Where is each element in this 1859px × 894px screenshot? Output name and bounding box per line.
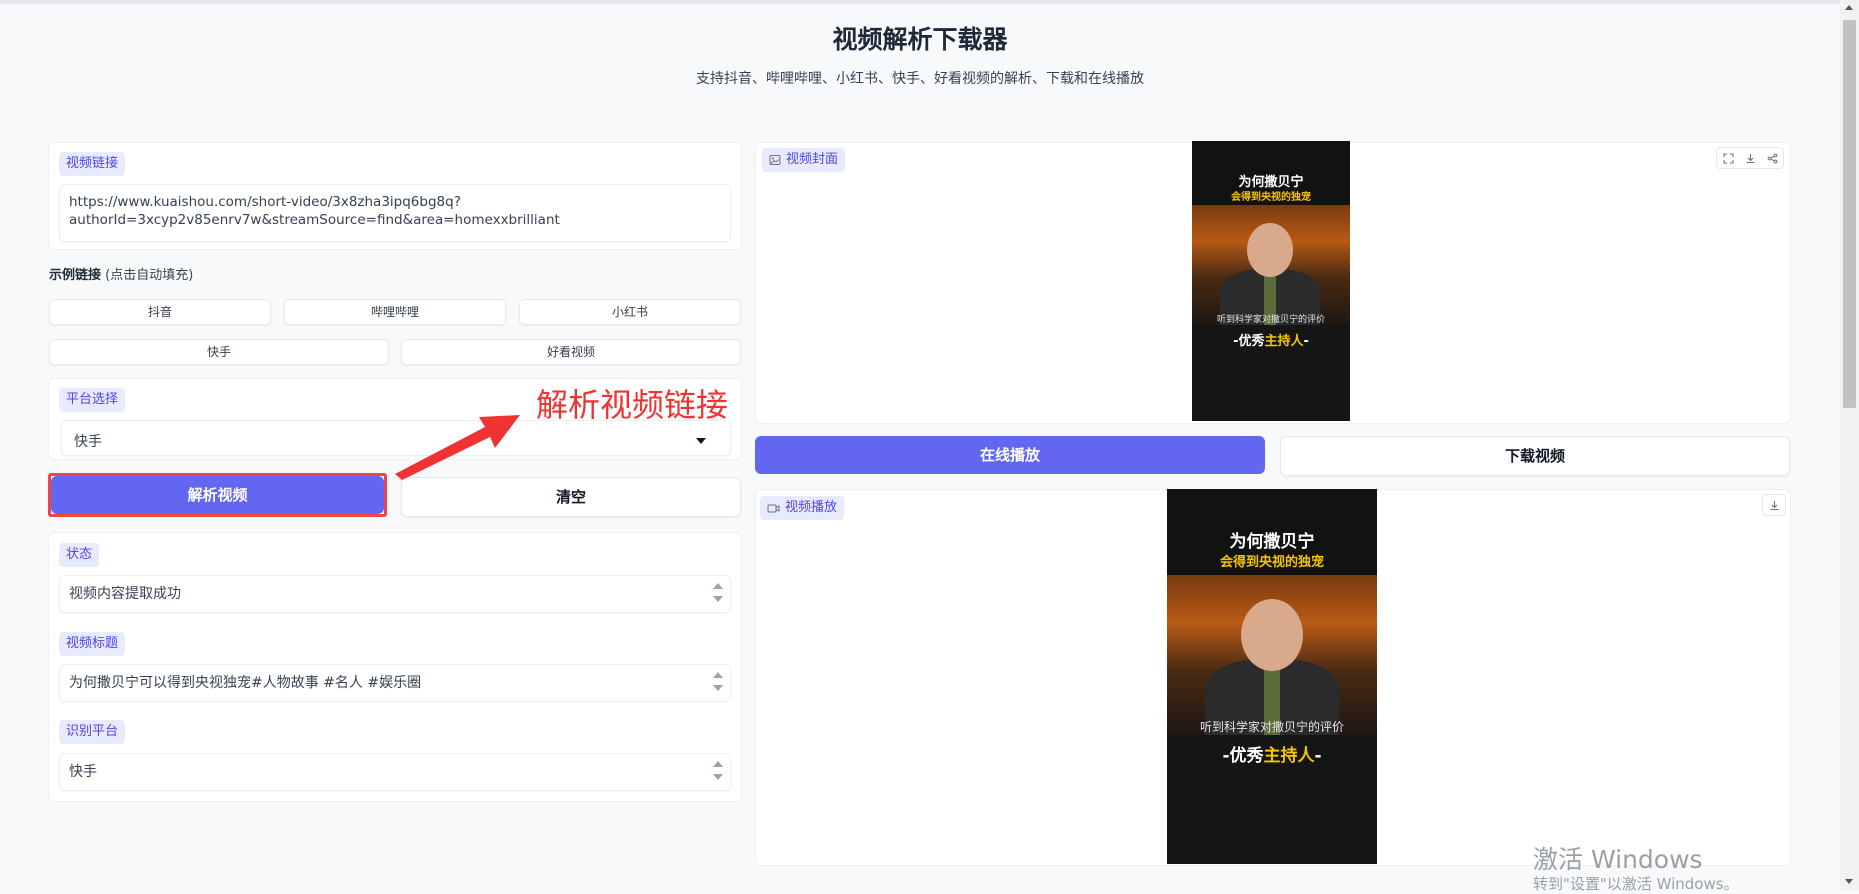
windows-watermark-title: 激活 Windows <box>1533 845 1703 874</box>
scrollbar-thumb[interactable] <box>1843 20 1856 408</box>
cover-subtitle: 听到科学家对撒贝宁的评价 <box>1216 315 1325 325</box>
example-chip-douyin[interactable]: 抖音 <box>49 299 271 325</box>
cover-image: 为何撒贝宁 会得到央视的独宠 听到科学家对撒贝宁的评价 -优秀主持人- <box>1192 141 1350 421</box>
url-panel: 视频链接 https://www.kuaishou.com/short-vide… <box>48 142 742 250</box>
video-title-field[interactable]: 为何撒贝宁可以得到央视独宠#人物故事 #名人 #娱乐圈 <box>59 664 731 702</box>
player-subtitle: 听到科学家对撒贝宁的评价 <box>1199 720 1344 734</box>
examples-title: 示例链接 <box>49 268 102 283</box>
status-label: 状态 <box>66 547 93 562</box>
chevron-down-icon <box>696 438 706 444</box>
download-icon[interactable] <box>1739 148 1761 168</box>
image-icon <box>769 155 781 165</box>
platform-label: 平台选择 <box>66 392 119 407</box>
status-spinner[interactable] <box>712 580 724 610</box>
annotation-arrow-icon <box>395 415 520 480</box>
download-video-button[interactable]: 下载视频 <box>1280 436 1790 476</box>
player-toolbar <box>1762 494 1786 516</box>
status-value: 视频内容提取成功 <box>69 586 181 602</box>
detected-platform-field[interactable]: 快手 <box>59 753 731 791</box>
player-label: 视频播放 <box>785 500 838 515</box>
video-player[interactable]: 为何撒贝宁 会得到央视的独宠 听到科学家对撒贝宁的评价 -优秀主持人- <box>1167 489 1377 864</box>
page-title: 视频解析下载器 <box>832 25 1008 54</box>
example-chip-haokan[interactable]: 好看视频 <box>401 339 741 365</box>
platform-detected-label-tag: 识别平台 <box>59 720 126 744</box>
title-spinner[interactable] <box>712 669 724 699</box>
page-subtitle: 支持抖音、哔哩哔哩、小红书、快手、好看视频的解析、下载和在线播放 <box>696 71 1144 87</box>
clear-button[interactable]: 清空 <box>401 477 741 517</box>
player-download-icon[interactable] <box>1763 495 1785 515</box>
cover-label-tag: 视频封面 <box>762 148 846 172</box>
player-label-tag: 视频播放 <box>760 496 845 520</box>
url-label: 视频链接 <box>66 156 119 171</box>
examples-hint: (点击自动填充) <box>105 268 194 283</box>
video-icon <box>767 504 780 512</box>
url-label-tag: 视频链接 <box>59 152 126 176</box>
url-input-value: https://www.kuaishou.com/short-video/3x8… <box>69 194 560 228</box>
cover-host-line: -优秀主持人- <box>1233 334 1309 349</box>
cover-toolbar <box>1716 147 1784 169</box>
platform-spinner[interactable] <box>712 758 724 788</box>
title-label: 视频标题 <box>66 636 119 651</box>
url-input[interactable]: https://www.kuaishou.com/short-video/3x8… <box>59 184 731 242</box>
status-label-tag: 状态 <box>59 543 100 567</box>
windows-watermark-hint: 转到"设置"以激活 Windows。 <box>1533 875 1739 893</box>
platform-detected-label: 识别平台 <box>66 724 119 739</box>
detected-platform-value: 快手 <box>69 764 97 780</box>
video-title-value: 为何撒贝宁可以得到央视独宠#人物故事 #名人 #娱乐圈 <box>69 675 422 691</box>
cover-title-line2: 会得到央视的独宠 <box>1231 192 1311 203</box>
fullscreen-icon[interactable] <box>1717 148 1739 168</box>
play-online-button[interactable]: 在线播放 <box>755 436 1265 474</box>
example-chip-xiaohongshu[interactable]: 小红书 <box>519 299 741 325</box>
player-host-line: -优秀主持人- <box>1222 746 1322 766</box>
annotation-text: 解析视频链接 <box>536 386 729 424</box>
examples-label: 示例链接 (点击自动填充) <box>49 264 193 283</box>
title-label-tag: 视频标题 <box>59 632 126 656</box>
results-panel: 状态 视频内容提取成功 视频标题 为何撒贝宁可以得到央视独宠#人物故事 #名人 … <box>48 532 742 802</box>
player-title-line2: 会得到央视的独宠 <box>1219 555 1324 570</box>
scroll-up-icon[interactable] <box>1845 5 1853 10</box>
platform-select-value: 快手 <box>74 434 102 450</box>
share-icon[interactable] <box>1761 148 1783 168</box>
annotation-highlight-box <box>48 473 387 517</box>
top-border <box>0 0 1840 4</box>
example-chip-bilibili[interactable]: 哔哩哔哩 <box>284 299 506 325</box>
platform-label-tag: 平台选择 <box>59 388 126 412</box>
example-chip-kuaishou[interactable]: 快手 <box>49 339 389 365</box>
status-field[interactable]: 视频内容提取成功 <box>59 575 731 613</box>
cover-label: 视频封面 <box>786 152 839 167</box>
scroll-down-icon[interactable] <box>1845 879 1853 884</box>
player-title-line1: 为何撒贝宁 <box>1229 532 1315 552</box>
